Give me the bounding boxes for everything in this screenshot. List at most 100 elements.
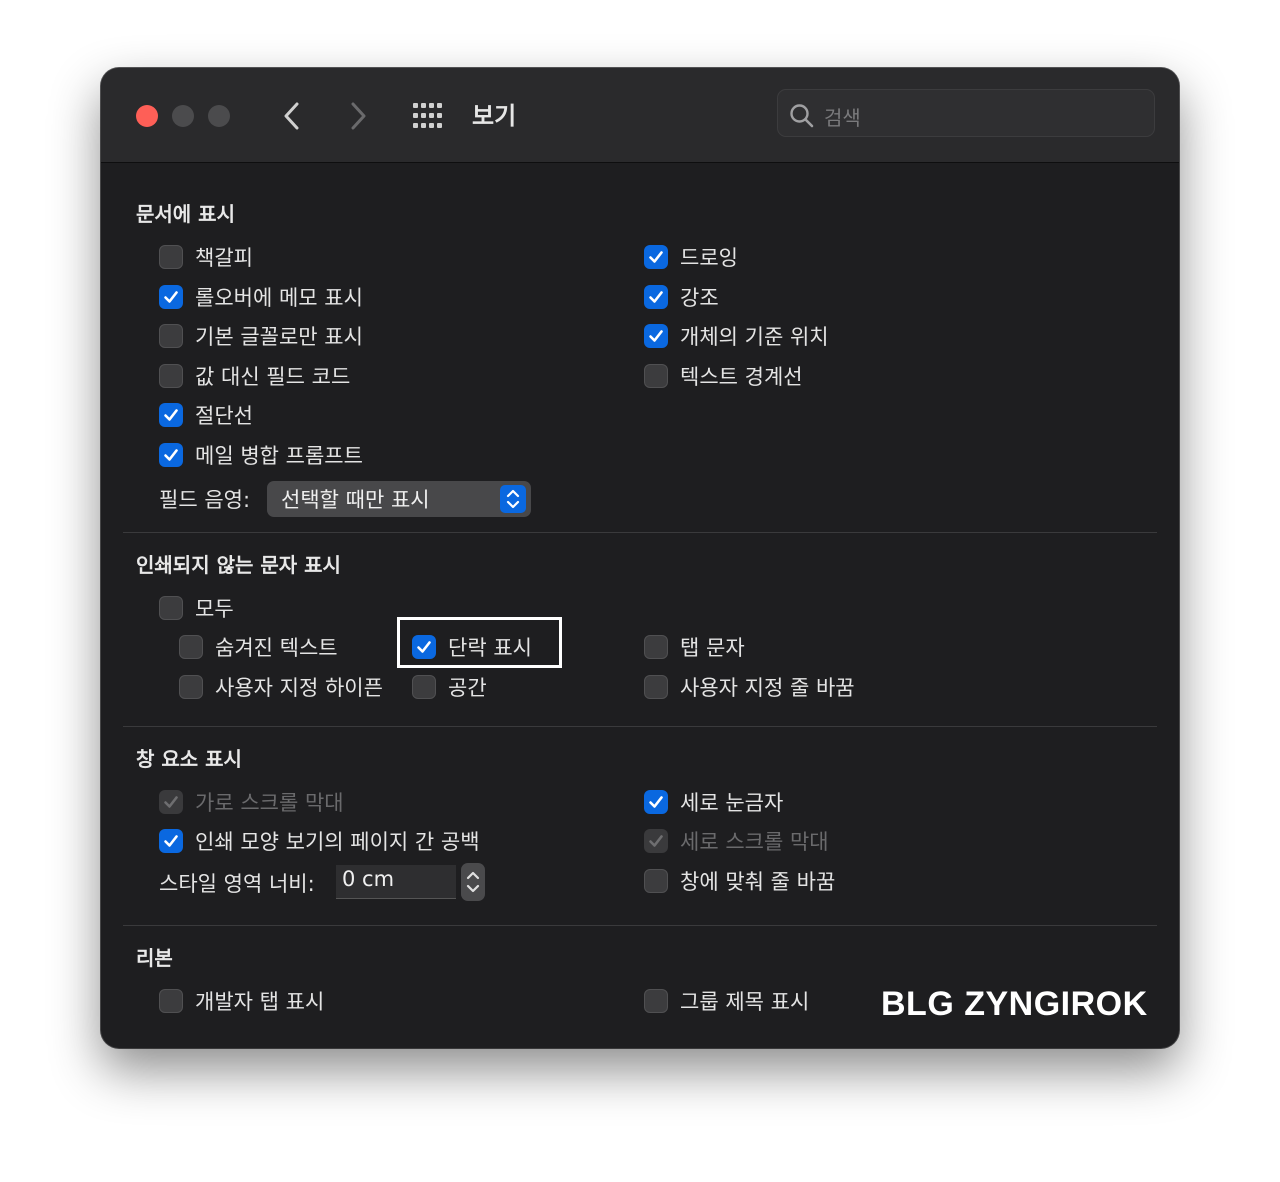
checkbox-draft-font[interactable]: 기본 글꼴로만 표시: [159, 321, 363, 351]
checkbox-box: [412, 675, 436, 699]
checkbox-hidden-text[interactable]: 숨겨진 텍스트: [179, 632, 338, 662]
checkbox-label: 절단선: [195, 404, 253, 428]
checkmark-icon: [649, 330, 663, 342]
checkbox-label: 드로잉: [680, 246, 738, 270]
style-area-width-value: 0 cm: [342, 867, 395, 891]
checkbox-horizontal-scrollbar[interactable]: 가로 스크롤 막대: [159, 787, 344, 817]
checkbox-box: [644, 635, 668, 659]
checkbox-box: [644, 285, 668, 309]
checkbox-label: 값 대신 필드 코드: [195, 365, 351, 389]
checkbox-optional-breaks[interactable]: 사용자 지정 줄 바꿈: [644, 672, 855, 702]
show-all-grid-icon[interactable]: [412, 101, 446, 131]
updown-chevron-icon: [500, 485, 526, 513]
section-title-nonprinting: 인쇄되지 않는 문자 표시: [136, 553, 341, 577]
checkbox-box: [159, 324, 183, 348]
checkbox-box: [159, 403, 183, 427]
checkbox-label: 롤오버에 메모 표시: [195, 286, 363, 310]
checkbox-vertical-scrollbar[interactable]: 세로 스크롤 막대: [644, 826, 829, 856]
checkbox-all[interactable]: 모두: [159, 593, 234, 623]
title-bar: 보기 검색: [101, 68, 1179, 163]
minimize-window-button[interactable]: [172, 105, 194, 127]
close-window-button[interactable]: [136, 105, 158, 127]
checkbox-label: 메일 병합 프롬프트: [195, 444, 363, 468]
checkmark-icon: [164, 835, 178, 847]
checkbox-label: 가로 스크롤 막대: [195, 791, 344, 815]
checkbox-box: [644, 790, 668, 814]
checkmark-icon: [649, 835, 663, 847]
checkbox-spaces[interactable]: 공간: [412, 672, 487, 702]
search-icon: [790, 104, 814, 128]
checkbox-box: [644, 364, 668, 388]
section-title-window-elements: 창 요소 표시: [136, 747, 242, 771]
checkbox-mail-merge-prompt[interactable]: 메일 병합 프롬프트: [159, 440, 363, 470]
search-field[interactable]: 검색: [777, 89, 1155, 137]
checkbox-label: 그룹 제목 표시: [680, 990, 810, 1014]
checkbox-label: 강조: [680, 286, 719, 310]
checkbox-label: 탭 문자: [680, 636, 745, 660]
checkbox-drawings[interactable]: 드로잉: [644, 242, 738, 272]
search-placeholder: 검색: [824, 106, 861, 130]
checkbox-vertical-ruler[interactable]: 세로 눈금자: [644, 787, 783, 817]
checkbox-label: 사용자 지정 하이픈: [215, 676, 383, 700]
checkbox-label: 기본 글꼴로만 표시: [195, 325, 363, 349]
checkbox-box: [644, 829, 668, 853]
field-shading-popup[interactable]: 선택할 때만 표시: [267, 481, 531, 517]
checkbox-box: [159, 443, 183, 467]
highlight-frame: [397, 617, 562, 668]
field-shading-value: 선택할 때만 표시: [281, 488, 430, 512]
checkbox-label: 세로 눈금자: [680, 791, 784, 815]
chevron-left-icon: [284, 102, 299, 130]
checkbox-box: [159, 790, 183, 814]
checkbox-box: [644, 869, 668, 893]
checkbox-highlight[interactable]: 강조: [644, 282, 719, 312]
checkbox-box: [159, 596, 183, 620]
checkbox-label: 책갈피: [195, 246, 253, 270]
checkbox-optional-hyphens[interactable]: 사용자 지정 하이픈: [179, 672, 383, 702]
checkbox-box: [644, 989, 668, 1013]
style-area-width-stepper[interactable]: [461, 863, 485, 901]
checkmark-icon: [164, 449, 178, 461]
window-title: 보기: [472, 102, 517, 130]
checkbox-group-titles[interactable]: 그룹 제목 표시: [644, 986, 809, 1016]
checkbox-field-codes[interactable]: 값 대신 필드 코드: [159, 361, 350, 391]
checkbox-box: [159, 989, 183, 1013]
checkbox-box: [179, 675, 203, 699]
chevron-right-icon: [351, 102, 366, 130]
forward-button[interactable]: [341, 98, 375, 134]
checkbox-box: [159, 245, 183, 269]
checkbox-wrap-to-window[interactable]: 창에 맞춰 줄 바꿈: [644, 866, 835, 896]
checkbox-white-space-between-pages[interactable]: 인쇄 모양 보기의 페이지 간 공백: [159, 826, 480, 856]
zoom-window-button[interactable]: [208, 105, 230, 127]
checkbox-label: 개체의 기준 위치: [680, 325, 829, 349]
checkbox-text-boundaries[interactable]: 텍스트 경계선: [644, 361, 803, 391]
section-title-ribbon: 리본: [136, 946, 173, 970]
stepper-arrows-icon: [466, 871, 480, 893]
checkbox-developer-tab[interactable]: 개발자 탭 표시: [159, 986, 324, 1016]
back-button[interactable]: [275, 98, 309, 134]
checkmark-icon: [164, 796, 178, 808]
checkbox-box: [159, 285, 183, 309]
checkbox-label: 공간: [448, 676, 487, 700]
section-divider: [123, 726, 1157, 727]
checkmark-icon: [649, 251, 663, 263]
checkbox-label: 인쇄 모양 보기의 페이지 간 공백: [195, 830, 480, 854]
checkbox-tab-characters[interactable]: 탭 문자: [644, 632, 745, 662]
checkmark-icon: [649, 796, 663, 808]
checkbox-box: [159, 364, 183, 388]
checkbox-box: [644, 324, 668, 348]
checkbox-label: 사용자 지정 줄 바꿈: [680, 676, 855, 700]
checkbox-label: 창에 맞춰 줄 바꿈: [680, 870, 836, 894]
checkbox-crop-marks[interactable]: 절단선: [159, 400, 253, 430]
style-area-width-field[interactable]: 0 cm: [336, 865, 456, 899]
checkbox-rollover-comments[interactable]: 롤오버에 메모 표시: [159, 282, 363, 312]
checkbox-box: [644, 675, 668, 699]
checkbox-object-anchors[interactable]: 개체의 기준 위치: [644, 321, 829, 351]
checkbox-label: 텍스트 경계선: [680, 365, 803, 389]
checkmark-icon: [164, 291, 178, 303]
checkbox-label: 세로 스크롤 막대: [680, 830, 829, 854]
section-title-show-in-document: 문서에 표시: [136, 202, 235, 226]
checkbox-label: 개발자 탭 표시: [195, 990, 325, 1014]
checkmark-icon: [164, 409, 178, 421]
checkbox-box: [179, 635, 203, 659]
checkbox-bookmarks[interactable]: 책갈피: [159, 242, 253, 272]
